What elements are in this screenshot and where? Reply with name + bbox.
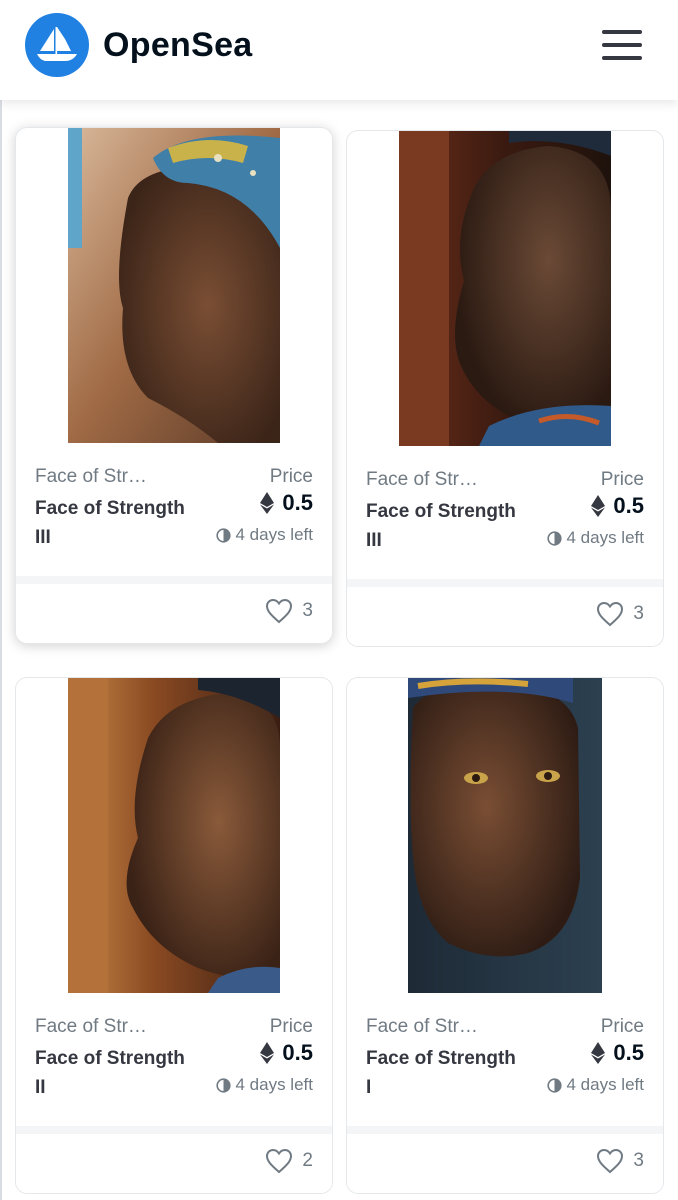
top-header: OpenSea [0, 0, 678, 100]
collection-name[interactable]: Face of Str… [35, 1016, 165, 1038]
collection-name[interactable]: Face of Str… [35, 466, 165, 488]
boat-logo-icon [25, 13, 89, 77]
card-footer: 3 [16, 576, 332, 643]
heart-icon [597, 601, 624, 627]
favorite-button[interactable]: 2 [265, 1148, 313, 1174]
heart-icon [266, 1148, 293, 1174]
card-footer: 3 [347, 1126, 663, 1193]
eth-icon [591, 495, 606, 517]
favorite-button[interactable]: 3 [596, 601, 644, 627]
heart-icon [597, 1148, 624, 1174]
nft-grid: Face of Str… Face of Strength III Price … [0, 100, 678, 1200]
time-left: 4 days left [215, 1075, 314, 1095]
card-footer: 3 [347, 579, 663, 646]
time-left: 4 days left [546, 528, 645, 548]
nft-info: Face of Str… Face of Strength III Price … [16, 458, 332, 568]
home-logo-link[interactable]: OpenSea [25, 13, 253, 77]
nft-image-area[interactable] [16, 678, 332, 993]
likes-count: 3 [633, 1150, 644, 1171]
price-label: Price [269, 1016, 313, 1037]
nft-image-area[interactable] [16, 128, 332, 443]
time-left-text: 4 days left [235, 1075, 314, 1094]
price-amount: 0.5 [613, 1040, 644, 1065]
clock-icon [546, 530, 562, 546]
favorite-button[interactable]: 3 [265, 598, 313, 624]
nft-info: Face of Str… Face of Strength III Price … [347, 461, 663, 571]
favorite-button[interactable]: 3 [596, 1148, 644, 1174]
time-left-text: 4 days left [566, 1075, 645, 1094]
time-left: 4 days left [215, 525, 314, 545]
price-value: 0.5 [591, 1040, 644, 1066]
likes-count: 3 [633, 603, 644, 624]
time-left: 4 days left [546, 1075, 645, 1095]
nft-image-area[interactable] [347, 678, 663, 993]
card-footer: 2 [16, 1126, 332, 1193]
heart-icon [266, 598, 293, 624]
hamburger-menu-icon[interactable] [602, 30, 642, 60]
clock-icon [215, 527, 231, 543]
collection-name[interactable]: Face of Str… [366, 1016, 496, 1038]
brand-name: OpenSea [103, 25, 253, 64]
nft-portrait-image [399, 131, 611, 446]
nft-card[interactable]: Face of Str… Face of Strength III Price … [346, 130, 664, 647]
price-amount: 0.5 [613, 493, 644, 518]
eth-icon [260, 1042, 275, 1064]
nft-info: Face of Str… Face of Strength I Price 0.… [347, 1008, 663, 1118]
eth-icon [260, 492, 275, 514]
nft-portrait-image [68, 128, 280, 443]
likes-count: 3 [302, 600, 313, 621]
price-value: 0.5 [591, 493, 644, 519]
clock-icon [546, 1077, 562, 1093]
clock-icon [215, 1077, 231, 1093]
nft-image-area[interactable] [347, 131, 663, 446]
price-amount: 0.5 [282, 490, 313, 515]
nft-name[interactable]: Face of Strength III [35, 494, 185, 552]
collection-name[interactable]: Face of Str… [366, 469, 496, 491]
price-value: 0.5 [260, 490, 313, 516]
price-amount: 0.5 [282, 1040, 313, 1065]
nft-card[interactable]: Face of Str… Face of Strength I Price 0.… [346, 677, 664, 1194]
likes-count: 2 [302, 1150, 313, 1171]
nft-info: Face of Str… Face of Strength II Price 0… [16, 1008, 332, 1118]
nft-card[interactable]: Face of Str… Face of Strength III Price … [15, 127, 333, 644]
nft-name[interactable]: Face of Strength II [35, 1044, 185, 1102]
price-value: 0.5 [260, 1040, 313, 1066]
nft-card[interactable]: Face of Str… Face of Strength II Price 0… [15, 677, 333, 1194]
eth-icon [591, 1042, 606, 1064]
price-label: Price [600, 1016, 644, 1037]
nft-name[interactable]: Face of Strength I [366, 1044, 516, 1102]
price-label: Price [269, 466, 313, 487]
time-left-text: 4 days left [235, 525, 314, 544]
time-left-text: 4 days left [566, 528, 645, 547]
nft-name[interactable]: Face of Strength III [366, 497, 516, 555]
price-label: Price [600, 469, 644, 490]
nft-portrait-image [408, 678, 602, 993]
nft-portrait-image [68, 678, 280, 993]
